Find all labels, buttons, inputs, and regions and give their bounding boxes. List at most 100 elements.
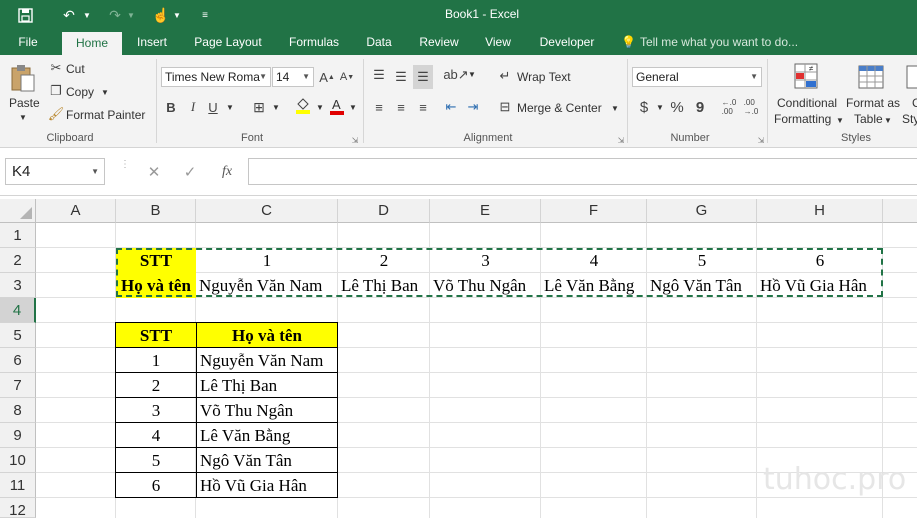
tab-formulas[interactable]: Formulas — [282, 30, 346, 55]
cell-h3[interactable]: Hồ Vũ Gia Hân — [757, 273, 883, 298]
column-header-h[interactable]: H — [757, 199, 883, 223]
decrease-decimal-icon[interactable]: .00 →.0 — [742, 95, 760, 119]
font-color-dropdown-icon[interactable]: ▼ — [349, 103, 357, 112]
font-size-select[interactable]: 14 ▼ — [272, 67, 314, 87]
column-header-f[interactable]: F — [541, 199, 647, 223]
align-left-icon[interactable]: ≡ — [370, 97, 388, 117]
top-align-icon[interactable]: ☰ — [370, 65, 388, 85]
format-table-dropdown-icon[interactable]: ▼ — [884, 116, 892, 125]
bold-button[interactable]: B — [162, 97, 180, 117]
row-header-2[interactable]: 2 — [0, 248, 36, 273]
row-header-5[interactable]: 5 — [0, 323, 36, 348]
font-dialog-launcher-icon[interactable]: ⇲ — [350, 135, 360, 145]
tab-insert[interactable]: Insert — [128, 30, 176, 55]
row-header-4[interactable]: 4 — [0, 298, 36, 323]
conditional-formatting-label[interactable]: Conditional — [777, 96, 837, 110]
cell-b6[interactable]: 1 — [115, 347, 197, 373]
middle-align-icon[interactable]: ☰ — [392, 67, 410, 87]
column-header-i[interactable] — [883, 199, 917, 223]
fill-color-icon[interactable] — [294, 95, 312, 115]
cell-e3[interactable]: Võ Thu Ngân — [430, 273, 541, 298]
italic-button[interactable]: I — [184, 97, 202, 117]
cell-b2[interactable]: STT — [116, 248, 196, 273]
cancel-icon[interactable]: ✕ — [144, 162, 164, 182]
cell-c2[interactable]: 1 — [196, 248, 338, 273]
column-header-a[interactable]: A — [36, 199, 116, 223]
borders-icon[interactable]: ⊞ — [250, 97, 268, 117]
paste-label[interactable]: Paste — [9, 96, 40, 110]
alignment-dialog-launcher-icon[interactable]: ⇲ — [616, 135, 626, 145]
cell-c6[interactable]: Nguyễn Văn Nam — [196, 347, 338, 373]
cell-d3[interactable]: Lê Thị Ban — [338, 273, 430, 298]
cell-g3[interactable]: Ngô Văn Tân — [647, 273, 757, 298]
cell-b5[interactable]: STT — [115, 322, 197, 348]
cell-b10[interactable]: 5 — [115, 447, 197, 473]
cell-c8[interactable]: Võ Thu Ngân — [196, 397, 338, 423]
column-header-b[interactable]: B — [116, 199, 196, 223]
tell-me-search[interactable]: 💡 Tell me what you want to do... — [621, 30, 798, 55]
enter-icon[interactable]: ✓ — [180, 162, 200, 182]
cell-e2[interactable]: 3 — [430, 248, 541, 273]
underline-dropdown-icon[interactable]: ▼ — [226, 103, 234, 112]
number-dialog-launcher-icon[interactable]: ⇲ — [756, 135, 766, 145]
underline-button[interactable]: U — [204, 97, 222, 117]
format-as-table-label-2[interactable]: Table — [854, 112, 883, 126]
row-header-6[interactable]: 6 — [0, 348, 36, 373]
select-all-corner[interactable] — [0, 199, 36, 223]
currency-dropdown-icon[interactable]: ▼ — [656, 103, 664, 112]
row-header-3[interactable]: 3 — [0, 273, 36, 298]
copy-dropdown-icon[interactable]: ▼ — [101, 88, 109, 97]
tab-file[interactable]: File — [8, 30, 48, 55]
conditional-formatting-label-2[interactable]: Formatting — [774, 112, 831, 126]
cell-c3[interactable]: Nguyễn Văn Nam — [196, 273, 338, 298]
copy-icon[interactable]: ❐ — [48, 83, 64, 99]
tab-home[interactable]: Home — [62, 32, 122, 55]
paste-icon[interactable] — [8, 61, 38, 95]
merge-center-icon[interactable]: ⊟ — [496, 98, 514, 116]
row-header-12[interactable]: 12 — [0, 498, 36, 518]
align-center-icon[interactable]: ≡ — [392, 97, 410, 117]
column-header-d[interactable]: D — [338, 199, 430, 223]
cell-c5[interactable]: Họ và tên — [196, 322, 338, 348]
increase-indent-icon[interactable]: ⇥ — [464, 97, 482, 117]
cut-button[interactable]: Cut — [66, 62, 85, 76]
percent-button[interactable]: % — [668, 97, 686, 117]
cell-c9[interactable]: Lê Văn Bằng — [196, 422, 338, 448]
cell-styles-label-2[interactable]: Sty — [902, 112, 917, 126]
cell-c7[interactable]: Lê Thị Ban — [196, 372, 338, 398]
borders-dropdown-icon[interactable]: ▼ — [272, 103, 280, 112]
merge-dropdown-icon[interactable]: ▼ — [611, 104, 619, 113]
wrap-text-button[interactable]: Wrap Text — [517, 70, 571, 84]
format-painter-icon[interactable]: 🖌 — [48, 106, 65, 122]
cell-d2[interactable]: 2 — [338, 248, 430, 273]
column-header-c[interactable]: C — [196, 199, 338, 223]
cell-b7[interactable]: 2 — [115, 372, 197, 398]
cut-icon[interactable]: ✂ — [48, 60, 64, 76]
cell-styles-icon[interactable] — [905, 61, 917, 93]
cell-f3[interactable]: Lê Văn Bằng — [541, 273, 647, 298]
decrease-font-icon[interactable]: A ▼ — [338, 67, 356, 87]
font-name-select[interactable]: Times New Roma ▼ — [161, 67, 271, 87]
decrease-indent-icon[interactable]: ⇤ — [442, 97, 460, 117]
column-header-g[interactable]: G — [647, 199, 757, 223]
orientation-dropdown-icon[interactable]: ▼ — [468, 70, 476, 79]
tab-data[interactable]: Data — [358, 30, 400, 55]
tab-view[interactable]: View — [478, 30, 518, 55]
conditional-formatting-icon[interactable]: ≠ — [792, 61, 822, 93]
cell-b3[interactable]: Họ và tên — [116, 273, 196, 298]
row-header-11[interactable]: 11 — [0, 473, 36, 498]
format-as-table-icon[interactable] — [856, 61, 886, 93]
merge-center-button[interactable]: Merge & Center — [517, 101, 602, 115]
copy-button[interactable]: Copy — [66, 85, 94, 99]
conditional-dropdown-icon[interactable]: ▼ — [836, 116, 844, 125]
cell-c10[interactable]: Ngô Văn Tân — [196, 447, 338, 473]
row-header-1[interactable]: 1 — [0, 223, 36, 248]
cell-h2[interactable]: 6 — [757, 248, 883, 273]
font-color-icon[interactable]: A — [328, 95, 346, 117]
orientation-icon[interactable]: ab↗ — [443, 65, 468, 85]
cell-b8[interactable]: 3 — [115, 397, 197, 423]
cell-b9[interactable]: 4 — [115, 422, 197, 448]
number-format-select[interactable]: General ▼ — [632, 67, 762, 87]
formula-input[interactable] — [248, 158, 917, 185]
name-box[interactable]: K4 ▼ — [5, 158, 105, 185]
